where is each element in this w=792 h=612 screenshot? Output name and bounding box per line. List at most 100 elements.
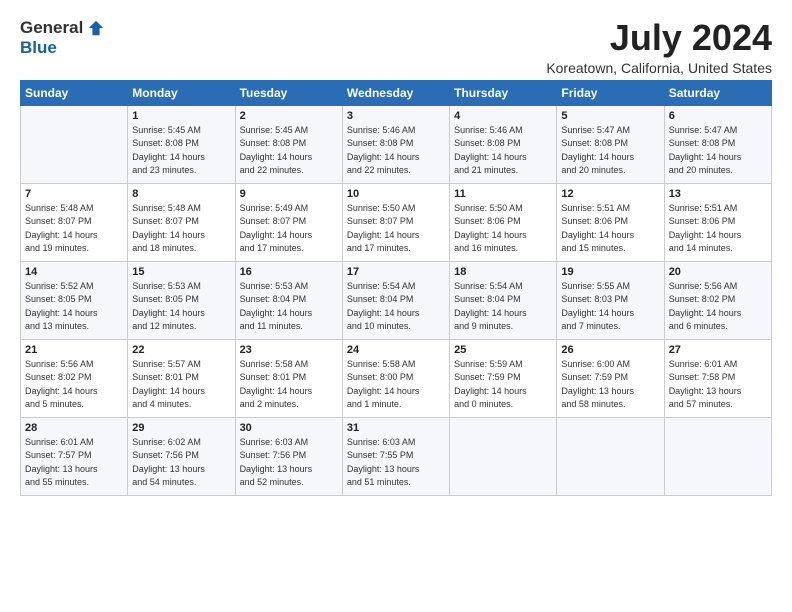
calendar-cell: 22 Sunrise: 5:57 AM Sunset: 8:01 PM Dayli… — [128, 339, 235, 417]
weekday-header-thursday: Thursday — [450, 80, 557, 105]
calendar-cell: 2 Sunrise: 5:45 AM Sunset: 8:08 PM Daylig… — [235, 105, 342, 183]
calendar-cell: 10 Sunrise: 5:50 AM Sunset: 8:07 PM Dayli… — [342, 183, 449, 261]
weekday-header-wednesday: Wednesday — [342, 80, 449, 105]
day-number: 4 — [454, 110, 552, 122]
calendar-cell: 8 Sunrise: 5:48 AM Sunset: 8:07 PM Daylig… — [128, 183, 235, 261]
day-number: 28 — [25, 422, 123, 434]
calendar-cell — [664, 417, 771, 495]
day-number: 13 — [669, 188, 767, 200]
calendar-cell: 27 Sunrise: 6:01 AM Sunset: 7:58 PM Dayli… — [664, 339, 771, 417]
day-number: 3 — [347, 110, 445, 122]
weekday-header-monday: Monday — [128, 80, 235, 105]
day-number: 15 — [132, 266, 230, 278]
day-info: Sunrise: 6:03 AM Sunset: 7:55 PM Dayligh… — [347, 436, 445, 490]
day-number: 17 — [347, 266, 445, 278]
day-number: 23 — [240, 344, 338, 356]
calendar-cell: 29 Sunrise: 6:02 AM Sunset: 7:56 PM Dayli… — [128, 417, 235, 495]
calendar-cell: 14Sunrise: 5:52 AM Sunset: 8:05 PM Dayli… — [21, 261, 128, 339]
calendar-cell: 11Sunrise: 5:50 AM Sunset: 8:06 PM Dayli… — [450, 183, 557, 261]
calendar-week-row: 14Sunrise: 5:52 AM Sunset: 8:05 PM Dayli… — [21, 261, 772, 339]
day-info: Sunrise: 5:56 AM Sunset: 8:02 PM Dayligh… — [25, 358, 123, 412]
day-number: 24 — [347, 344, 445, 356]
day-info: Sunrise: 5:57 AM Sunset: 8:01 PM Dayligh… — [132, 358, 230, 412]
day-info: Sunrise: 5:53 AM Sunset: 8:05 PM Dayligh… — [132, 280, 230, 334]
day-number: 25 — [454, 344, 552, 356]
weekday-header-sunday: Sunday — [21, 80, 128, 105]
calendar-cell: 7Sunrise: 5:48 AM Sunset: 8:07 PM Daylig… — [21, 183, 128, 261]
calendar-cell: 9 Sunrise: 5:49 AM Sunset: 8:07 PM Daylig… — [235, 183, 342, 261]
day-number: 2 — [240, 110, 338, 122]
day-info: Sunrise: 5:45 AM Sunset: 8:08 PM Dayligh… — [240, 124, 338, 178]
day-number: 10 — [347, 188, 445, 200]
calendar-cell: 18Sunrise: 5:54 AM Sunset: 8:04 PM Dayli… — [450, 261, 557, 339]
day-info: Sunrise: 6:00 AM Sunset: 7:59 PM Dayligh… — [561, 358, 659, 412]
calendar-cell: 30 Sunrise: 6:03 AM Sunset: 7:56 PM Dayli… — [235, 417, 342, 495]
day-info: Sunrise: 5:54 AM Sunset: 8:04 PM Dayligh… — [454, 280, 552, 334]
day-number: 9 — [240, 188, 338, 200]
header: General Blue July 2024 Koreatown, Califo… — [20, 18, 772, 76]
day-number: 30 — [240, 422, 338, 434]
day-info: Sunrise: 5:56 AM Sunset: 8:02 PM Dayligh… — [669, 280, 767, 334]
day-info: Sunrise: 5:58 AM Sunset: 8:00 PM Dayligh… — [347, 358, 445, 412]
day-info: Sunrise: 5:46 AM Sunset: 8:08 PM Dayligh… — [347, 124, 445, 178]
day-number: 8 — [132, 188, 230, 200]
calendar-cell — [21, 105, 128, 183]
day-number: 7 — [25, 188, 123, 200]
calendar-cell: 6 Sunrise: 5:47 AM Sunset: 8:08 PM Daylig… — [664, 105, 771, 183]
day-number: 19 — [561, 266, 659, 278]
logo: General Blue — [20, 18, 105, 58]
day-info: Sunrise: 5:55 AM Sunset: 8:03 PM Dayligh… — [561, 280, 659, 334]
day-number: 20 — [669, 266, 767, 278]
calendar-cell — [450, 417, 557, 495]
day-info: Sunrise: 5:48 AM Sunset: 8:07 PM Dayligh… — [132, 202, 230, 256]
weekday-header-saturday: Saturday — [664, 80, 771, 105]
logo-icon — [87, 19, 105, 37]
calendar-cell: 4Sunrise: 5:46 AM Sunset: 8:08 PM Daylig… — [450, 105, 557, 183]
day-info: Sunrise: 6:01 AM Sunset: 7:57 PM Dayligh… — [25, 436, 123, 490]
day-info: Sunrise: 5:54 AM Sunset: 8:04 PM Dayligh… — [347, 280, 445, 334]
day-number: 6 — [669, 110, 767, 122]
calendar-cell: 12Sunrise: 5:51 AM Sunset: 8:06 PM Dayli… — [557, 183, 664, 261]
day-number: 12 — [561, 188, 659, 200]
day-number: 21 — [25, 344, 123, 356]
weekday-header-friday: Friday — [557, 80, 664, 105]
calendar-cell: 3 Sunrise: 5:46 AM Sunset: 8:08 PM Daylig… — [342, 105, 449, 183]
day-number: 29 — [132, 422, 230, 434]
day-info: Sunrise: 5:50 AM Sunset: 8:07 PM Dayligh… — [347, 202, 445, 256]
calendar-week-row: 21 Sunrise: 5:56 AM Sunset: 8:02 PM Dayli… — [21, 339, 772, 417]
calendar-week-row: 28 Sunrise: 6:01 AM Sunset: 7:57 PM Dayli… — [21, 417, 772, 495]
logo-general-text: General — [20, 18, 83, 38]
day-number: 1 — [132, 110, 230, 122]
calendar-cell: 16Sunrise: 5:53 AM Sunset: 8:04 PM Dayli… — [235, 261, 342, 339]
day-number: 27 — [669, 344, 767, 356]
day-info: Sunrise: 6:02 AM Sunset: 7:56 PM Dayligh… — [132, 436, 230, 490]
calendar-cell: 31 Sunrise: 6:03 AM Sunset: 7:55 PM Dayli… — [342, 417, 449, 495]
calendar-cell: 20 Sunrise: 5:56 AM Sunset: 8:02 PM Dayli… — [664, 261, 771, 339]
calendar-cell: 19 Sunrise: 5:55 AM Sunset: 8:03 PM Dayli… — [557, 261, 664, 339]
calendar-cell: 21 Sunrise: 5:56 AM Sunset: 8:02 PM Dayli… — [21, 339, 128, 417]
day-info: Sunrise: 6:03 AM Sunset: 7:56 PM Dayligh… — [240, 436, 338, 490]
day-info: Sunrise: 6:01 AM Sunset: 7:58 PM Dayligh… — [669, 358, 767, 412]
day-info: Sunrise: 5:51 AM Sunset: 8:06 PM Dayligh… — [669, 202, 767, 256]
day-info: Sunrise: 5:58 AM Sunset: 8:01 PM Dayligh… — [240, 358, 338, 412]
day-info: Sunrise: 5:59 AM Sunset: 7:59 PM Dayligh… — [454, 358, 552, 412]
calendar-cell: 1Sunrise: 5:45 AM Sunset: 8:08 PM Daylig… — [128, 105, 235, 183]
calendar-cell: 25 Sunrise: 5:59 AM Sunset: 7:59 PM Dayli… — [450, 339, 557, 417]
day-info: Sunrise: 5:49 AM Sunset: 8:07 PM Dayligh… — [240, 202, 338, 256]
weekday-header-row: SundayMondayTuesdayWednesdayThursdayFrid… — [21, 80, 772, 105]
month-year: July 2024 — [546, 18, 772, 58]
calendar-cell: 15 Sunrise: 5:53 AM Sunset: 8:05 PM Dayli… — [128, 261, 235, 339]
calendar-cell: 24 Sunrise: 5:58 AM Sunset: 8:00 PM Dayli… — [342, 339, 449, 417]
calendar-cell: 28 Sunrise: 6:01 AM Sunset: 7:57 PM Dayli… — [21, 417, 128, 495]
day-number: 14 — [25, 266, 123, 278]
day-info: Sunrise: 5:47 AM Sunset: 8:08 PM Dayligh… — [669, 124, 767, 178]
day-number: 22 — [132, 344, 230, 356]
day-number: 31 — [347, 422, 445, 434]
calendar-week-row: 1 Sunrise: 5:45 AM Sunset: 8:08 PM Daylig… — [21, 105, 772, 183]
calendar-cell: 17 Sunrise: 5:54 AM Sunset: 8:04 PM Dayli… — [342, 261, 449, 339]
calendar-week-row: 7 Sunrise: 5:48 AM Sunset: 8:07 PM Daylig… — [21, 183, 772, 261]
day-number: 26 — [561, 344, 659, 356]
day-number: 11 — [454, 188, 552, 200]
day-info: Sunrise: 5:47 AM Sunset: 8:08 PM Dayligh… — [561, 124, 659, 178]
day-number: 5 — [561, 110, 659, 122]
